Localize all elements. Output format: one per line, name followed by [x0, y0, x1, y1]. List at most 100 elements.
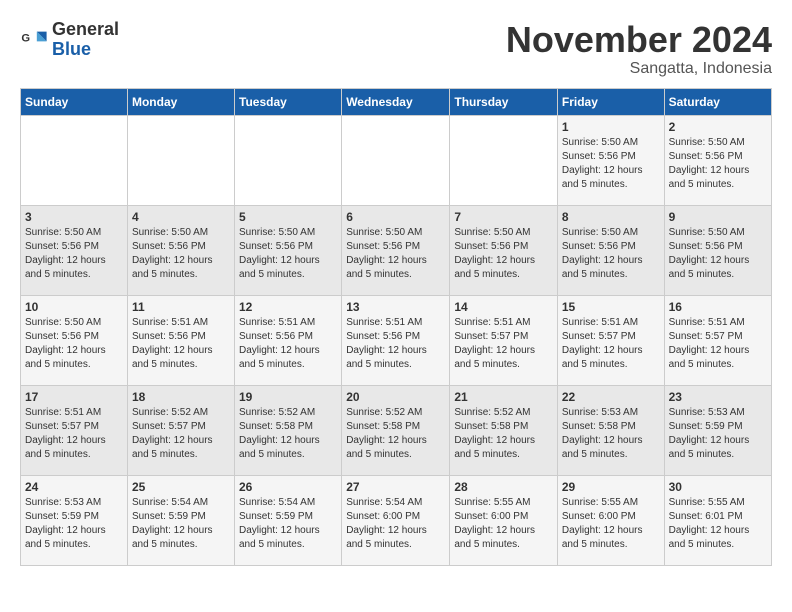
day-cell: 11 Sunrise: 5:51 AM Sunset: 5:56 PM Dayli…: [127, 295, 234, 385]
day-cell: 4 Sunrise: 5:50 AM Sunset: 5:56 PM Daylig…: [127, 205, 234, 295]
day-info: Sunrise: 5:52 AM Sunset: 5:58 PM Dayligh…: [239, 406, 337, 462]
svg-text:G: G: [21, 32, 30, 44]
day-number: 2: [669, 120, 767, 134]
header-row: SundayMondayTuesdayWednesdayThursdayFrid…: [21, 88, 772, 115]
day-cell: 21 Sunrise: 5:52 AM Sunset: 5:58 PM Dayli…: [450, 385, 558, 475]
day-info: Sunrise: 5:54 AM Sunset: 5:59 PM Dayligh…: [239, 496, 337, 552]
day-info: Sunrise: 5:50 AM Sunset: 5:56 PM Dayligh…: [454, 226, 553, 282]
day-number: 15: [562, 300, 660, 314]
day-info: Sunrise: 5:55 AM Sunset: 6:00 PM Dayligh…: [562, 496, 660, 552]
day-info: Sunrise: 5:53 AM Sunset: 5:59 PM Dayligh…: [669, 406, 767, 462]
week-row-3: 10 Sunrise: 5:50 AM Sunset: 5:56 PM Dayli…: [21, 295, 772, 385]
day-info: Sunrise: 5:55 AM Sunset: 6:00 PM Dayligh…: [454, 496, 553, 552]
day-cell: 18Sunrise: 5:52 AM Sunset: 5:57 PM Dayli…: [127, 385, 234, 475]
day-number: 5: [239, 210, 337, 224]
logo-line2: Blue: [52, 40, 119, 60]
day-info: Sunrise: 5:50 AM Sunset: 5:56 PM Dayligh…: [669, 226, 767, 282]
day-cell: [450, 115, 558, 205]
day-number: 10: [25, 300, 123, 314]
day-info: Sunrise: 5:50 AM Sunset: 5:56 PM Dayligh…: [562, 136, 660, 192]
logo-icon: G: [20, 26, 48, 54]
day-info: Sunrise: 5:50 AM Sunset: 5:56 PM Dayligh…: [132, 226, 230, 282]
day-number: 26: [239, 480, 337, 494]
header-friday: Friday: [557, 88, 664, 115]
day-cell: 27 Sunrise: 5:54 AM Sunset: 6:00 PM Dayli…: [342, 475, 450, 565]
day-cell: 23 Sunrise: 5:53 AM Sunset: 5:59 PM Dayli…: [664, 385, 771, 475]
day-cell: 20 Sunrise: 5:52 AM Sunset: 5:58 PM Dayli…: [342, 385, 450, 475]
day-info: Sunrise: 5:51 AM Sunset: 5:56 PM Dayligh…: [239, 316, 337, 372]
week-row-2: 3Sunrise: 5:50 AM Sunset: 5:56 PM Daylig…: [21, 205, 772, 295]
header-tuesday: Tuesday: [235, 88, 342, 115]
day-number: 30: [669, 480, 767, 494]
day-number: 19: [239, 390, 337, 404]
day-cell: 19 Sunrise: 5:52 AM Sunset: 5:58 PM Dayli…: [235, 385, 342, 475]
day-cell: 17Sunrise: 5:51 AM Sunset: 5:57 PM Dayli…: [21, 385, 128, 475]
day-number: 4: [132, 210, 230, 224]
day-info: Sunrise: 5:55 AM Sunset: 6:01 PM Dayligh…: [669, 496, 767, 552]
header-wednesday: Wednesday: [342, 88, 450, 115]
header-thursday: Thursday: [450, 88, 558, 115]
day-info: Sunrise: 5:50 AM Sunset: 5:56 PM Dayligh…: [562, 226, 660, 282]
day-cell: [342, 115, 450, 205]
day-info: Sunrise: 5:54 AM Sunset: 5:59 PM Dayligh…: [132, 496, 230, 552]
day-cell: 15 Sunrise: 5:51 AM Sunset: 5:57 PM Dayli…: [557, 295, 664, 385]
day-info: Sunrise: 5:54 AM Sunset: 6:00 PM Dayligh…: [346, 496, 445, 552]
day-number: 23: [669, 390, 767, 404]
day-number: 22: [562, 390, 660, 404]
day-number: 14: [454, 300, 553, 314]
day-info: Sunrise: 5:51 AM Sunset: 5:56 PM Dayligh…: [132, 316, 230, 372]
day-info: Sunrise: 5:52 AM Sunset: 5:58 PM Dayligh…: [454, 406, 553, 462]
day-number: 6: [346, 210, 445, 224]
day-number: 8: [562, 210, 660, 224]
day-number: 28: [454, 480, 553, 494]
day-info: Sunrise: 5:52 AM Sunset: 5:58 PM Dayligh…: [346, 406, 445, 462]
week-row-4: 17Sunrise: 5:51 AM Sunset: 5:57 PM Dayli…: [21, 385, 772, 475]
day-cell: 16 Sunrise: 5:51 AM Sunset: 5:57 PM Dayli…: [664, 295, 771, 385]
day-number: 27: [346, 480, 445, 494]
day-cell: 5Sunrise: 5:50 AM Sunset: 5:56 PM Daylig…: [235, 205, 342, 295]
header-sunday: Sunday: [21, 88, 128, 115]
day-number: 11: [132, 300, 230, 314]
day-info: Sunrise: 5:50 AM Sunset: 5:56 PM Dayligh…: [25, 226, 123, 282]
week-row-5: 24Sunrise: 5:53 AM Sunset: 5:59 PM Dayli…: [21, 475, 772, 565]
location: Sangatta, Indonesia: [506, 60, 772, 78]
day-cell: 28 Sunrise: 5:55 AM Sunset: 6:00 PM Dayli…: [450, 475, 558, 565]
day-cell: 10 Sunrise: 5:50 AM Sunset: 5:56 PM Dayli…: [21, 295, 128, 385]
day-cell: 26 Sunrise: 5:54 AM Sunset: 5:59 PM Dayli…: [235, 475, 342, 565]
day-cell: 25Sunrise: 5:54 AM Sunset: 5:59 PM Dayli…: [127, 475, 234, 565]
day-number: 24: [25, 480, 123, 494]
day-number: 13: [346, 300, 445, 314]
logo-line1: General: [52, 20, 119, 40]
title-section: November 2024 Sangatta, Indonesia: [506, 20, 772, 78]
day-cell: 29 Sunrise: 5:55 AM Sunset: 6:00 PM Dayli…: [557, 475, 664, 565]
day-info: Sunrise: 5:50 AM Sunset: 5:56 PM Dayligh…: [346, 226, 445, 282]
day-number: 7: [454, 210, 553, 224]
day-info: Sunrise: 5:53 AM Sunset: 5:58 PM Dayligh…: [562, 406, 660, 462]
day-cell: 6 Sunrise: 5:50 AM Sunset: 5:56 PM Daylig…: [342, 205, 450, 295]
day-cell: 2 Sunrise: 5:50 AM Sunset: 5:56 PM Daylig…: [664, 115, 771, 205]
day-cell: 1 Sunrise: 5:50 AM Sunset: 5:56 PM Daylig…: [557, 115, 664, 205]
day-number: 12: [239, 300, 337, 314]
day-info: Sunrise: 5:51 AM Sunset: 5:57 PM Dayligh…: [454, 316, 553, 372]
day-number: 21: [454, 390, 553, 404]
day-cell: 9Sunrise: 5:50 AM Sunset: 5:56 PM Daylig…: [664, 205, 771, 295]
calendar-table: SundayMondayTuesdayWednesdayThursdayFrid…: [20, 88, 772, 566]
day-number: 1: [562, 120, 660, 134]
week-row-1: 1 Sunrise: 5:50 AM Sunset: 5:56 PM Daylig…: [21, 115, 772, 205]
day-cell: 8 Sunrise: 5:50 AM Sunset: 5:56 PM Daylig…: [557, 205, 664, 295]
day-info: Sunrise: 5:50 AM Sunset: 5:56 PM Dayligh…: [25, 316, 123, 372]
day-number: 18: [132, 390, 230, 404]
day-number: 16: [669, 300, 767, 314]
month-title: November 2024: [506, 20, 772, 60]
day-info: Sunrise: 5:51 AM Sunset: 5:57 PM Dayligh…: [669, 316, 767, 372]
day-cell: 24Sunrise: 5:53 AM Sunset: 5:59 PM Dayli…: [21, 475, 128, 565]
day-cell: [235, 115, 342, 205]
day-info: Sunrise: 5:50 AM Sunset: 5:56 PM Dayligh…: [669, 136, 767, 192]
day-info: Sunrise: 5:51 AM Sunset: 5:57 PM Dayligh…: [562, 316, 660, 372]
day-number: 29: [562, 480, 660, 494]
day-cell: 3Sunrise: 5:50 AM Sunset: 5:56 PM Daylig…: [21, 205, 128, 295]
day-cell: 7 Sunrise: 5:50 AM Sunset: 5:56 PM Daylig…: [450, 205, 558, 295]
day-number: 20: [346, 390, 445, 404]
day-info: Sunrise: 5:51 AM Sunset: 5:57 PM Dayligh…: [25, 406, 123, 462]
day-cell: 13Sunrise: 5:51 AM Sunset: 5:56 PM Dayli…: [342, 295, 450, 385]
